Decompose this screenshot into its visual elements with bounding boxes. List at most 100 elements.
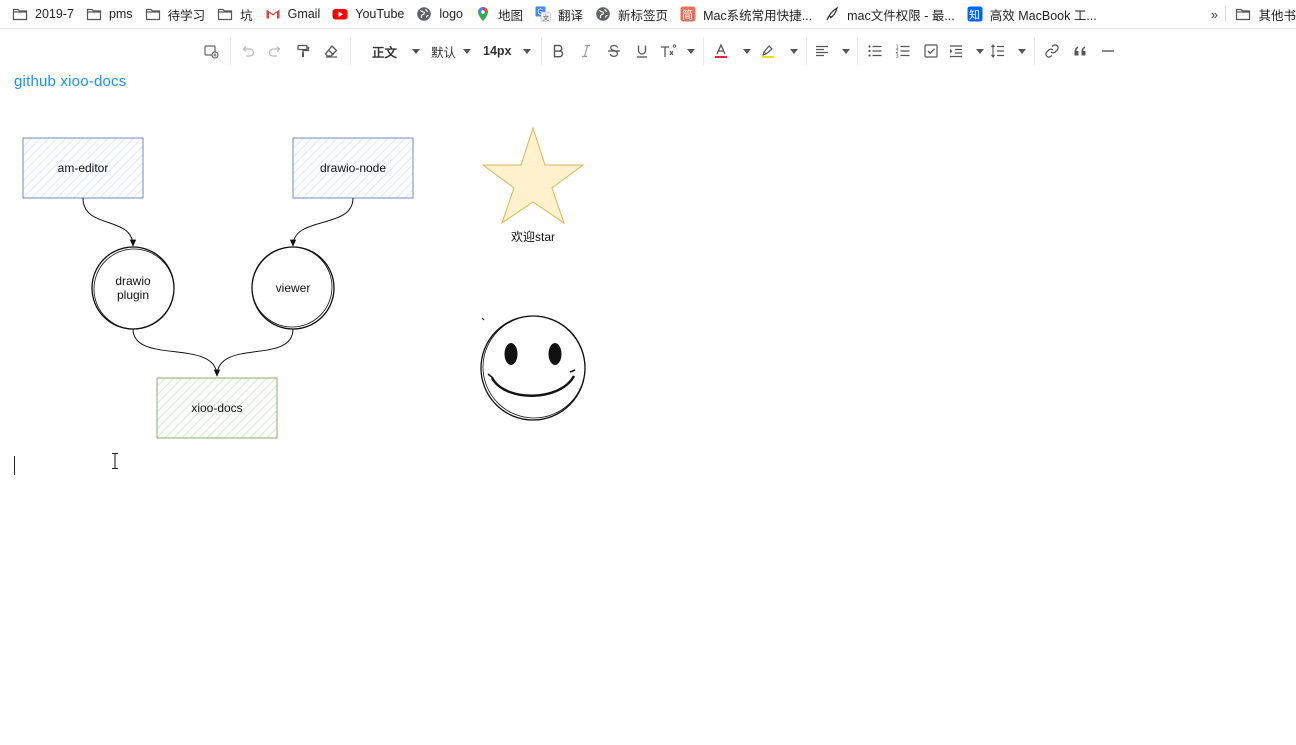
bookmark-label: Mac系统常用快捷... — [703, 8, 813, 23]
bookmark-label: 待学习 — [167, 8, 206, 23]
xioo-docs-node[interactable]: xioo-docs — [156, 377, 278, 439]
bookmark-item[interactable]: 2019-7 — [12, 0, 74, 28]
bookmark-item[interactable]: 知高效 MacBook 工... — [967, 0, 1097, 28]
line-height-icon — [990, 43, 1006, 59]
bookmark-label: 2019-7 — [35, 7, 74, 21]
connector-am-editor-to-plugin — [82, 197, 137, 247]
star-caption: 欢迎star — [511, 229, 555, 244]
bookmark-item[interactable]: mac文件权限 - 最... — [824, 0, 955, 28]
smiley-face-shape[interactable] — [480, 315, 586, 421]
task-list-button[interactable] — [920, 33, 942, 69]
quote-icon — [1072, 43, 1088, 59]
highlight-color-button[interactable] — [760, 33, 798, 69]
alignment-button[interactable] — [814, 33, 850, 69]
chevron-down-icon — [790, 48, 798, 54]
drawio-diagram[interactable]: am-editor drawio-node drawio plugin view… — [0, 110, 620, 440]
other-bookmarks-label: 其他书 — [1258, 8, 1296, 23]
bookmarks-divider — [1225, 6, 1226, 22]
horizontal-rule-icon — [1100, 43, 1116, 59]
numbered-list-icon: 123 — [895, 43, 911, 59]
svg-text:文: 文 — [543, 13, 550, 22]
insert-link-button[interactable] — [1041, 33, 1063, 69]
undo-icon — [240, 43, 256, 59]
bookmark-item[interactable]: 坑 — [217, 0, 253, 28]
bookmarks-bar: 2019-7 pms 待学习 坑 Gmail YouTube logo 地图 G 文翻译 新标签页简… — [0, 0, 1296, 29]
bookmark-item[interactable]: 地图 — [475, 0, 523, 28]
blockquote-button[interactable] — [1069, 33, 1091, 69]
superscript-button[interactable] — [659, 33, 695, 69]
align-left-icon — [814, 43, 830, 59]
chevron-down-icon — [523, 48, 531, 54]
svg-text:3: 3 — [896, 54, 899, 60]
clear-format-button[interactable] — [320, 33, 342, 69]
bookmark-label: mac文件权限 - 最... — [847, 8, 955, 23]
font-color-icon — [713, 43, 729, 59]
chevron-down-icon — [1018, 48, 1026, 54]
translate-icon: G文 — [535, 6, 551, 22]
paint-brush-icon — [295, 43, 311, 59]
indent-icon — [948, 43, 964, 59]
drawio-node-node[interactable]: drawio-node — [292, 137, 414, 199]
bookmark-item[interactable]: 待学习 — [145, 0, 206, 28]
xioo-docs-label: xioo-docs — [191, 401, 242, 415]
numbered-list-button[interactable]: 123 — [892, 33, 914, 69]
svg-text:知: 知 — [969, 8, 980, 22]
toolbar-divider — [703, 37, 704, 65]
eraser-icon — [323, 43, 339, 59]
drawio-plugin-node[interactable]: drawio plugin — [91, 246, 175, 330]
globe-icon — [416, 6, 432, 22]
strikethrough-button[interactable] — [603, 33, 625, 69]
bookmark-item[interactable]: Gmail — [265, 0, 320, 28]
italic-icon — [578, 43, 594, 59]
insert-component-button[interactable] — [200, 33, 222, 69]
link-icon — [1044, 43, 1060, 59]
drawio-plugin-label-line2: plugin — [117, 288, 149, 302]
viewer-label: viewer — [276, 281, 311, 295]
other-bookmarks-folder[interactable]: 其他书 — [1235, 0, 1296, 28]
line-height-button[interactable] — [990, 33, 1026, 69]
ibeam-cursor-icon — [110, 452, 120, 475]
chevron-down-icon — [842, 48, 850, 54]
github-link[interactable]: github xioo-docs — [14, 73, 126, 90]
am-editor-node[interactable]: am-editor — [22, 137, 144, 199]
connector-drawio-node-to-viewer — [289, 197, 354, 247]
toolbar-divider — [1034, 37, 1035, 65]
chevron-down-icon — [412, 48, 420, 54]
drawio-plugin-label-line1: drawio — [115, 274, 151, 288]
insert-component-icon — [203, 43, 219, 59]
bookmark-item[interactable]: logo — [416, 0, 463, 28]
indent-button[interactable] — [948, 33, 984, 69]
horizontal-rule-button[interactable] — [1097, 33, 1119, 69]
bookmark-item[interactable]: G 文翻译 — [535, 0, 583, 28]
bookmark-item[interactable]: pms — [86, 0, 133, 28]
bookmark-label: 新标签页 — [618, 8, 669, 23]
undo-button[interactable] — [237, 33, 259, 69]
font-family-value: 默认 — [431, 45, 457, 60]
format-painter-button[interactable] — [292, 33, 314, 69]
folder-icon — [145, 6, 161, 22]
zhihu-icon: 知 — [967, 6, 983, 22]
font-color-button[interactable] — [713, 33, 751, 69]
font-family-select[interactable]: 默认 — [428, 33, 474, 69]
jian-icon: 简 — [680, 6, 696, 22]
redo-button[interactable] — [264, 33, 286, 69]
viewer-node[interactable]: viewer — [251, 246, 335, 330]
font-size-select[interactable]: 14px — [480, 33, 534, 69]
paragraph-style-select[interactable]: 正文 — [358, 33, 424, 69]
bulleted-list-button[interactable] — [864, 33, 886, 69]
underline-button[interactable] — [631, 33, 653, 69]
text-cursor — [14, 456, 15, 475]
bookmark-item[interactable]: 简 Mac系统常用快捷... — [680, 0, 812, 28]
highlighter-icon — [760, 43, 776, 59]
bold-button[interactable] — [547, 33, 569, 69]
superscript-icon — [659, 43, 677, 59]
bookmark-item[interactable]: YouTube — [332, 0, 404, 28]
italic-button[interactable] — [575, 33, 597, 69]
bookmarks-overflow-button[interactable]: » — [1211, 0, 1218, 28]
chevron-down-icon — [976, 48, 984, 54]
star-shape[interactable]: 欢迎star — [481, 126, 585, 244]
bookmark-item[interactable]: 新标签页 — [595, 0, 668, 28]
bulleted-list-icon — [867, 43, 883, 59]
bookmark-label: logo — [439, 7, 464, 21]
feather-icon — [824, 6, 840, 22]
